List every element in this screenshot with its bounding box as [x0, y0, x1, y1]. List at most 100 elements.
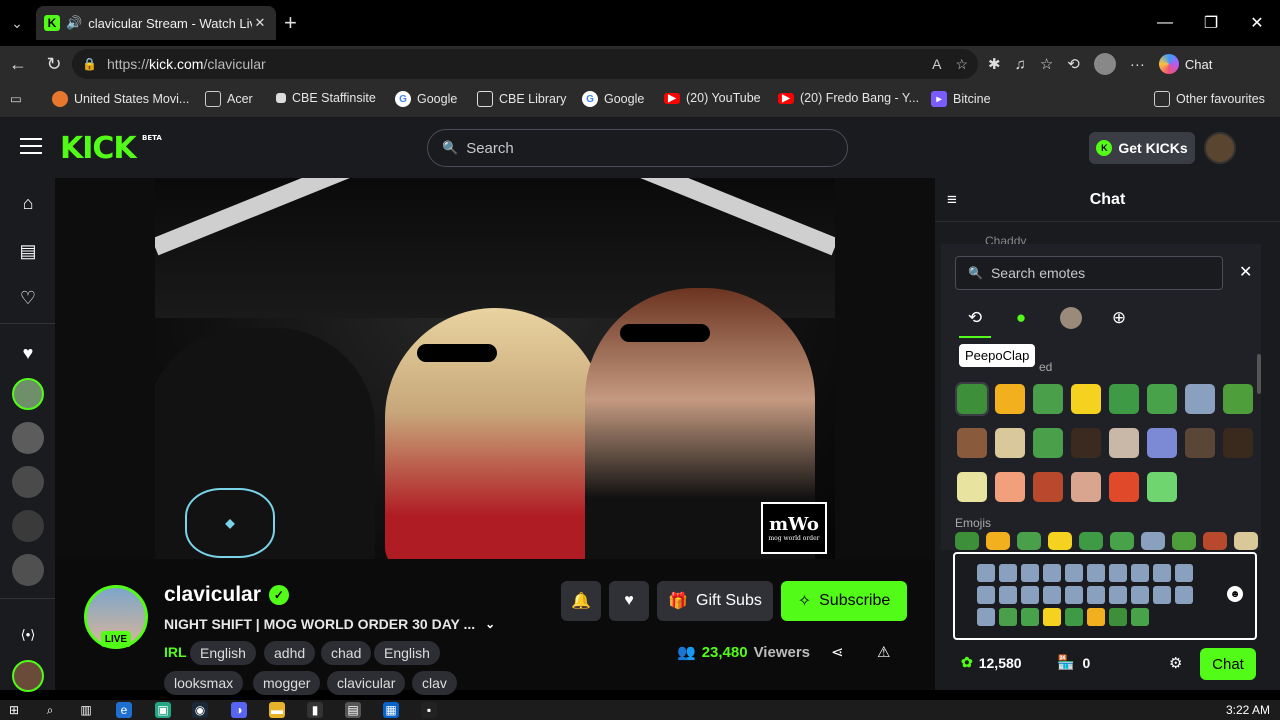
copilot-button[interactable]: Chat — [1158, 54, 1212, 74]
fav-item[interactable]: ▶ (20) YouTube — [664, 91, 761, 105]
emoji[interactable] — [1079, 532, 1103, 550]
close-window-icon[interactable]: ✕ — [1234, 0, 1280, 46]
address-bar[interactable]: 🔒 https://kick.com/clavicular A ☆ — [72, 49, 978, 79]
global-emotes-tab-icon[interactable]: ⊕ — [1107, 306, 1131, 330]
minimize-icon[interactable]: — — [1142, 0, 1188, 46]
tag[interactable]: English — [374, 641, 440, 665]
restore-icon[interactable]: ❐ — [1188, 0, 1234, 46]
tag[interactable]: clav — [412, 671, 457, 695]
followed-channel-avatar[interactable] — [12, 510, 44, 542]
kicks-balance[interactable]: ✿ 12,580 — [961, 654, 1022, 671]
followed-channel-avatar[interactable] — [12, 378, 44, 410]
gift-subs-button[interactable]: 🎁 Gift Subs — [657, 581, 773, 621]
search-icon[interactable]: ⌕ — [42, 702, 58, 718]
video-player[interactable]: ◆ mWo mog world order — [55, 178, 935, 559]
subscribe-button[interactable]: ✧ Subscribe — [781, 581, 907, 621]
home-icon[interactable]: ⌂ — [17, 192, 39, 214]
emoji[interactable] — [1017, 532, 1041, 550]
emote[interactable] — [1033, 428, 1063, 458]
emote[interactable] — [1147, 472, 1177, 502]
get-kicks-button[interactable]: K Get KICKs — [1089, 132, 1195, 164]
kick-emotes-tab-icon[interactable]: ● — [1009, 306, 1033, 330]
emote[interactable] — [1185, 428, 1215, 458]
emoji[interactable] — [1048, 532, 1072, 550]
follow-heart-button[interactable]: ♥ — [609, 581, 649, 621]
task-view-icon[interactable]: ▥ — [78, 702, 94, 718]
back-icon[interactable]: ← — [2, 54, 34, 75]
report-warning-icon[interactable]: ⚠ — [877, 643, 890, 661]
followed-channel-avatar[interactable] — [12, 554, 44, 586]
tag[interactable]: English — [190, 641, 256, 665]
browse-icon[interactable]: ▤ — [17, 240, 39, 262]
emote[interactable] — [957, 428, 987, 458]
followed-channel-avatar[interactable] — [12, 466, 44, 498]
category-link[interactable]: IRL — [164, 644, 187, 660]
following-heart-icon[interactable]: ♡ — [17, 287, 39, 309]
user-avatar[interactable] — [1204, 132, 1236, 164]
emote[interactable] — [1071, 472, 1101, 502]
emote[interactable] — [1185, 384, 1215, 414]
tag[interactable]: looksmax — [164, 671, 244, 695]
emote[interactable] — [1223, 428, 1253, 458]
emoji-picker-icon[interactable]: ☻ — [1227, 586, 1243, 602]
emote[interactable] — [995, 428, 1025, 458]
tag[interactable]: mogger — [253, 671, 321, 695]
music-icon[interactable]: ♫ — [1015, 56, 1026, 73]
favorite-star-icon[interactable]: ☆ — [955, 56, 968, 73]
menu-icon[interactable] — [20, 138, 42, 159]
store-icon[interactable]: ▦ — [383, 702, 399, 718]
history-icon[interactable]: ⟲ — [1067, 55, 1080, 73]
app-icon[interactable]: ▪ — [421, 702, 437, 718]
profile-avatar[interactable] — [1093, 53, 1116, 75]
edge-icon[interactable]: e — [116, 702, 132, 718]
file-explorer-icon[interactable]: ▬ — [269, 702, 285, 718]
send-chat-button[interactable]: Chat — [1200, 648, 1256, 680]
emote[interactable] — [1109, 384, 1139, 414]
emoji[interactable] — [1172, 532, 1196, 550]
read-aloud-icon[interactable]: A — [932, 56, 941, 73]
emote[interactable] — [957, 472, 987, 502]
fav-item[interactable]: CBE Staffinsite — [276, 91, 376, 105]
more-menu-icon[interactable]: ··· — [1130, 56, 1145, 73]
start-icon[interactable]: ⊞ — [6, 702, 22, 718]
emote[interactable] — [1109, 428, 1139, 458]
fav-item[interactable]: ▶ (20) Fredo Bang - Y... — [778, 91, 919, 105]
steam-icon[interactable]: ◉ — [192, 702, 208, 718]
emote[interactable] — [955, 382, 989, 416]
search-input[interactable]: 🔍 Search — [427, 129, 848, 167]
expand-title-chevron-icon[interactable]: ⌄ — [485, 617, 495, 631]
fav-item[interactable]: CBE Library — [477, 91, 566, 107]
streamer-username[interactable]: clavicular — [164, 583, 261, 607]
close-tab-icon[interactable]: ✕ — [252, 15, 268, 31]
collapse-chat-icon[interactable]: ≡ — [947, 190, 957, 210]
emote[interactable] — [995, 384, 1025, 414]
emoji[interactable] — [955, 532, 979, 550]
app-icon[interactable]: ▤ — [345, 702, 361, 718]
emote-scrollbar[interactable] — [1257, 354, 1261, 394]
app-icon[interactable]: ▣ — [155, 702, 171, 718]
emote[interactable] — [1033, 384, 1063, 414]
tag[interactable]: clavicular — [327, 671, 406, 695]
share-icon[interactable]: ⋖ — [831, 643, 844, 661]
tag[interactable]: adhd — [264, 641, 316, 665]
emote[interactable] — [1147, 384, 1177, 414]
followed-channel-avatar[interactable] — [12, 422, 44, 454]
terminal-icon[interactable]: ▮ — [307, 702, 323, 718]
emote-search-input[interactable]: 🔍 Search emotes — [955, 256, 1223, 290]
site-info-icon[interactable]: 🔒 — [82, 57, 97, 71]
emote[interactable] — [1109, 472, 1139, 502]
other-favourites[interactable]: Other favourites — [1154, 91, 1265, 107]
store-count[interactable]: 🏪 0 — [1057, 654, 1090, 671]
emoji[interactable] — [1203, 532, 1227, 550]
emote[interactable] — [1223, 384, 1253, 414]
emote[interactable] — [995, 472, 1025, 502]
speaker-icon[interactable]: 🔊 — [66, 15, 82, 31]
refresh-icon[interactable]: ↻ — [38, 54, 70, 75]
emoji[interactable] — [1141, 532, 1165, 550]
fav-item[interactable]: United States Movi... — [52, 91, 189, 107]
channel-emotes-tab-icon[interactable] — [1059, 306, 1083, 330]
fav-item[interactable]: ▸ Bitcine — [931, 91, 991, 107]
emote[interactable] — [1033, 472, 1063, 502]
chat-message-input[interactable]: ☻ — [953, 552, 1257, 640]
emoji[interactable] — [986, 532, 1010, 550]
